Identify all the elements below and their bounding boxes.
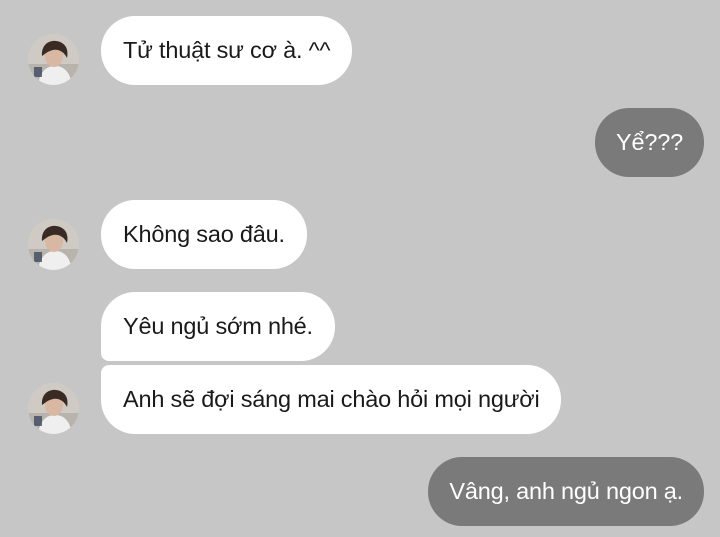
avatar-photo-icon <box>28 219 79 270</box>
message-outgoing[interactable]: Vâng, anh ngủ ngon ạ. <box>428 457 704 526</box>
avatar-photo-icon <box>28 383 79 434</box>
contact-avatar[interactable] <box>28 383 79 434</box>
message-incoming[interactable]: Tử thuật sư cơ à. ^^ <box>101 16 353 85</box>
avatar-photo-icon <box>28 34 79 85</box>
message-incoming[interactable]: Không sao đâu. <box>101 200 307 269</box>
contact-avatar[interactable] <box>28 34 79 85</box>
contact-avatar[interactable] <box>28 219 79 270</box>
message-outgoing[interactable]: Yể??? <box>595 108 704 177</box>
message-incoming[interactable]: Yêu ngủ sớm nhé. <box>101 292 335 361</box>
message-incoming[interactable]: Anh sẽ đợi sáng mai chào hỏi mọi người <box>101 365 562 434</box>
